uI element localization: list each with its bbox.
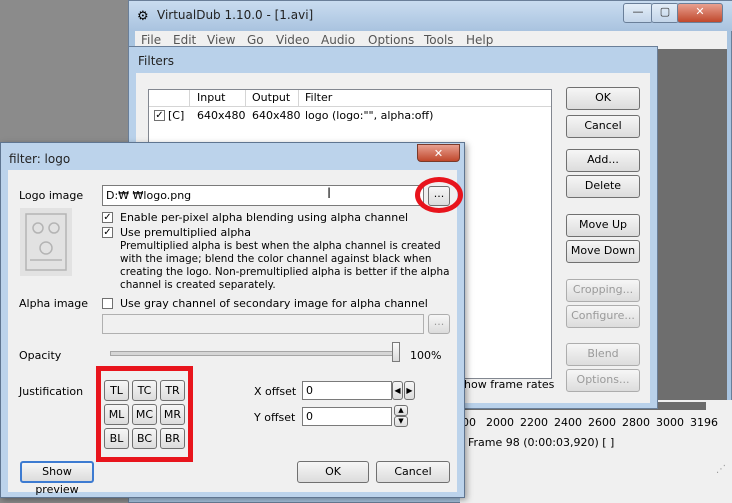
justify-tr-button[interactable]: TR — [160, 380, 185, 401]
delete-button[interactable]: Delete — [566, 175, 640, 198]
blend-button[interactable]: Blend — [566, 343, 640, 366]
maximize-button[interactable]: ▢ — [651, 3, 679, 23]
opacity-slider-track[interactable] — [110, 351, 400, 356]
menu-go[interactable]: Go — [247, 33, 264, 47]
logo-path-input[interactable]: D:₩ ₩logo.png Ⅰ — [102, 185, 424, 206]
tick-label: 3196 — [690, 416, 718, 429]
tick-label: 2400 — [554, 416, 582, 429]
menu-view[interactable]: View — [207, 33, 235, 47]
premultiplied-description: Premultiplied alpha is best when the alp… — [120, 240, 450, 291]
menu-audio[interactable]: Audio — [321, 33, 355, 47]
logo-close-button[interactable]: ✕ — [417, 144, 460, 162]
filter-input-size: 640x480 — [197, 109, 246, 122]
filter-output-size: 640x480 — [252, 109, 301, 122]
menu-options[interactable]: Options — [368, 33, 414, 47]
show-frame-rates-label: how frame rates — [464, 378, 555, 391]
column-divider — [245, 90, 246, 106]
browse-highlight-circle — [415, 177, 463, 213]
x-offset-value: 0 — [306, 384, 313, 397]
timeline-ticks: 1800 2000 2200 2400 2600 2800 3000 3196 — [448, 416, 732, 430]
logo-dialog-title: filter: logo — [9, 152, 71, 166]
justify-mc-button[interactable]: MC — [132, 404, 157, 425]
menu-tools[interactable]: Tools — [424, 33, 454, 47]
opacity-value: 100% — [410, 349, 442, 362]
menu-file[interactable]: File — [141, 33, 161, 47]
justify-tc-button[interactable]: TC — [132, 380, 157, 401]
x-offset-input[interactable]: 0 — [302, 381, 392, 400]
premultiplied-label[interactable]: Use premultiplied alpha — [120, 226, 251, 239]
enable-alpha-label[interactable]: Enable per-pixel alpha blending using al… — [120, 211, 408, 224]
alpha-path-input[interactable] — [102, 314, 424, 334]
justify-br-button[interactable]: BR — [160, 428, 185, 449]
y-offset-up-arrow-icon[interactable]: ▲ — [394, 405, 408, 416]
logo-ok-button[interactable]: OK — [297, 461, 369, 483]
ok-button[interactable]: OK — [566, 87, 640, 110]
virtualdub-icon: ⚙ — [137, 9, 149, 24]
column-divider — [298, 90, 299, 106]
x-offset-label: X offset — [254, 385, 297, 398]
opacity-slider-thumb[interactable] — [392, 342, 400, 362]
column-output[interactable]: Output — [252, 91, 290, 104]
gray-channel-checkbox[interactable] — [102, 298, 113, 309]
main-title-bar[interactable]: ⚙ VirtualDub 1.10.0 - [1.avi] — ▢ ✕ — [129, 1, 732, 31]
options-button[interactable]: Options... — [566, 369, 640, 392]
column-input[interactable]: Input — [197, 91, 225, 104]
alpha-image-label: Alpha image — [19, 297, 89, 310]
tick-label: 2800 — [622, 416, 650, 429]
justify-tl-button[interactable]: TL — [104, 380, 129, 401]
filter-name: logo (logo:"", alpha:off) — [305, 109, 434, 122]
frame-status: Frame 98 (0:00:03,920) [ ] — [468, 436, 615, 449]
justify-ml-button[interactable]: ML — [104, 404, 129, 425]
move-down-button[interactable]: Move Down — [566, 240, 640, 263]
tick-label: 2200 — [520, 416, 548, 429]
column-divider — [189, 90, 190, 106]
x-offset-right-arrow-icon[interactable]: ▶ — [404, 381, 415, 400]
minimize-button[interactable]: — — [623, 3, 653, 23]
cropping-button[interactable]: Cropping... — [566, 279, 640, 302]
show-preview-button[interactable]: Show preview — [20, 461, 94, 496]
alpha-browse-button[interactable]: ... — [428, 314, 450, 334]
filters-title: Filters — [138, 54, 174, 68]
menu-video[interactable]: Video — [276, 33, 310, 47]
logo-dialog-body: Logo image D:₩ ₩logo.png Ⅰ ... ✓ Enable … — [8, 170, 463, 496]
logo-cancel-button[interactable]: Cancel — [376, 461, 450, 483]
filter-enabled-checkbox[interactable]: ✓ — [154, 110, 165, 121]
cancel-button[interactable]: Cancel — [566, 115, 640, 138]
move-up-button[interactable]: Move Up — [566, 214, 640, 237]
column-filter[interactable]: Filter — [305, 91, 332, 104]
justify-bl-button[interactable]: BL — [104, 428, 129, 449]
menu-edit[interactable]: Edit — [173, 33, 196, 47]
timeline-area: 1800 2000 2200 2400 2600 2800 3000 3196 … — [448, 400, 732, 503]
logo-image-label: Logo image — [19, 189, 84, 202]
add-button[interactable]: Add... — [566, 149, 640, 172]
resize-grip-icon[interactable]: ⋰ — [716, 464, 726, 475]
y-offset-value: 0 — [306, 410, 313, 423]
opacity-label: Opacity — [19, 349, 62, 362]
main-title: VirtualDub 1.10.0 - [1.avi] — [157, 8, 314, 22]
premultiplied-checkbox[interactable]: ✓ — [102, 227, 113, 238]
logo-filter-dialog: filter: logo ✕ Logo image D:₩ ₩logo.png … — [0, 142, 465, 498]
y-offset-input[interactable]: 0 — [302, 407, 392, 426]
justify-mr-button[interactable]: MR — [160, 404, 185, 425]
justification-label: Justification — [19, 385, 84, 398]
logo-path-value: D:₩ ₩logo.png — [106, 189, 192, 202]
close-button[interactable]: ✕ — [677, 3, 723, 23]
justify-bc-button[interactable]: BC — [132, 428, 157, 449]
filter-tag: [C] — [168, 109, 185, 122]
enable-alpha-checkbox[interactable]: ✓ — [102, 212, 113, 223]
logo-placeholder-icon — [20, 208, 72, 276]
tick-label: 3000 — [656, 416, 684, 429]
y-offset-down-arrow-icon[interactable]: ▼ — [394, 416, 408, 427]
x-offset-left-arrow-icon[interactable]: ◀ — [392, 381, 403, 400]
y-offset-label: Y offset — [254, 411, 296, 424]
tick-label: 2000 — [486, 416, 514, 429]
menu-help[interactable]: Help — [466, 33, 493, 47]
table-row[interactable]: ✓ [C] 640x480 640x480 logo (logo:"", alp… — [149, 108, 551, 124]
gray-channel-label[interactable]: Use gray channel of secondary image for … — [120, 297, 428, 310]
tick-label: 2600 — [588, 416, 616, 429]
configure-button[interactable]: Configure... — [566, 305, 640, 328]
text-cursor-icon: Ⅰ — [327, 186, 332, 202]
filter-list-header: Input Output Filter — [149, 90, 551, 107]
